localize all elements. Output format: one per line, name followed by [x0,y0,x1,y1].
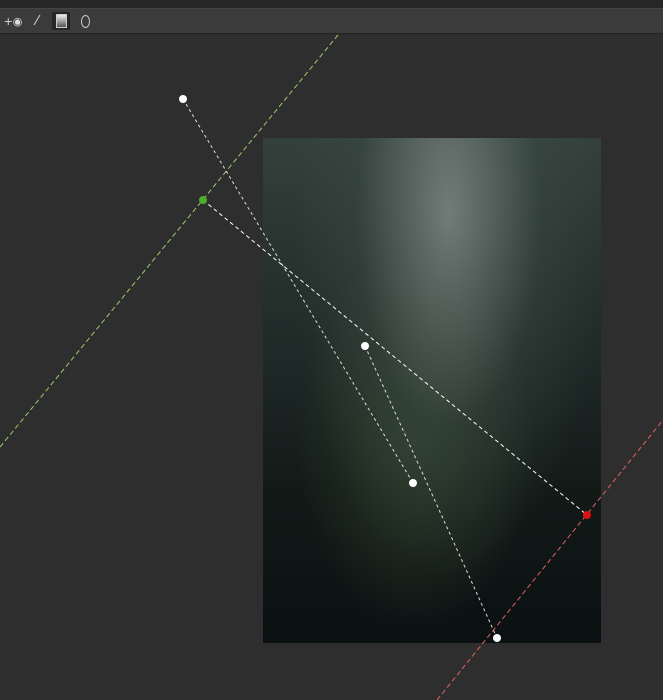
end-handle[interactable] [583,511,591,519]
gradient-center-line [202,199,588,516]
rotation-handle[interactable] [409,479,417,487]
gradient-start-line[interactable] [0,34,339,448]
rotation-handle[interactable] [493,634,501,642]
rotation-guide-line [182,98,414,484]
gradient-end-line[interactable] [436,419,663,700]
rotation-handle[interactable] [179,95,187,103]
rotation-guide-line [364,345,498,639]
gradient-overlay [0,34,663,700]
center-handle[interactable] [361,342,369,350]
start-handle[interactable] [199,196,207,204]
